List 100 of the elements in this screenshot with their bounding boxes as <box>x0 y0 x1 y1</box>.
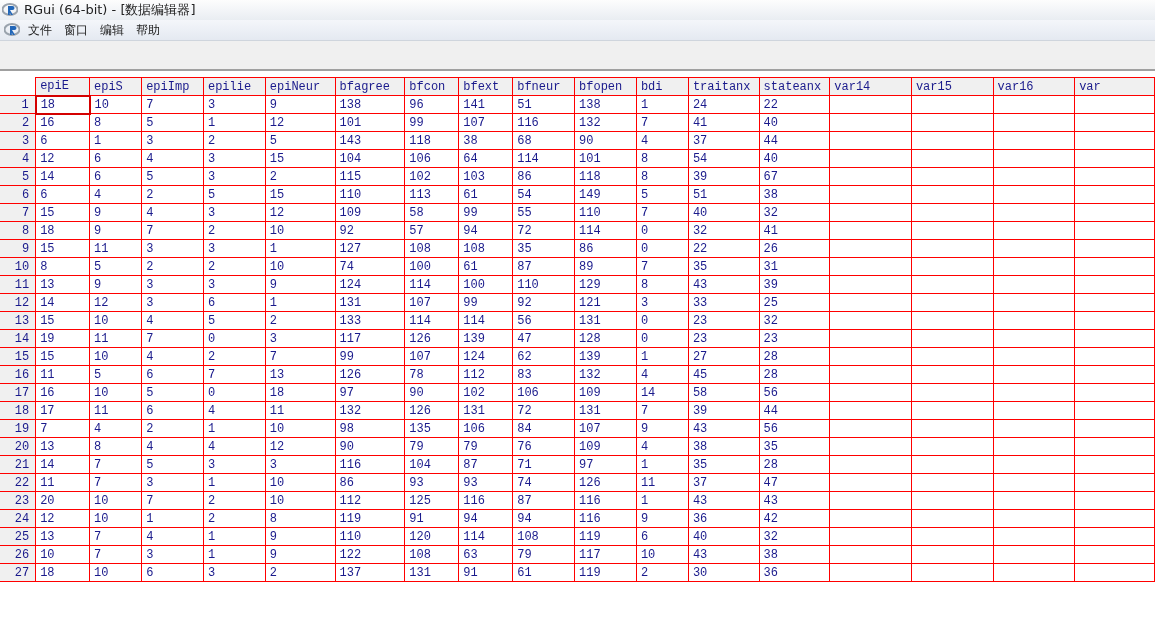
table-cell[interactable]: 67 <box>759 167 830 186</box>
empty-cell[interactable] <box>993 95 1075 114</box>
table-cell[interactable]: 4 <box>89 419 142 438</box>
empty-cell[interactable] <box>1074 347 1155 366</box>
empty-cell[interactable] <box>829 149 912 168</box>
column-header[interactable]: bfagree <box>335 77 405 96</box>
empty-cell[interactable] <box>911 563 994 582</box>
empty-cell[interactable] <box>1074 185 1155 204</box>
table-cell[interactable]: 109 <box>574 437 637 456</box>
table-cell[interactable]: 43 <box>688 491 760 510</box>
table-cell[interactable]: 13 <box>35 275 90 294</box>
empty-cell[interactable] <box>911 329 994 348</box>
table-cell[interactable]: 1 <box>265 293 336 312</box>
empty-cell[interactable] <box>911 527 994 546</box>
empty-cell[interactable] <box>829 113 912 132</box>
table-cell[interactable]: 87 <box>458 455 513 474</box>
table-cell[interactable]: 4 <box>636 437 689 456</box>
table-cell[interactable]: 2 <box>265 563 336 582</box>
table-cell[interactable]: 7 <box>89 545 142 564</box>
empty-cell[interactable] <box>1074 401 1155 420</box>
table-cell[interactable]: 104 <box>335 149 405 168</box>
table-cell[interactable]: 90 <box>335 437 405 456</box>
table-cell[interactable]: 91 <box>458 563 513 582</box>
table-cell[interactable]: 2 <box>636 563 689 582</box>
table-cell[interactable]: 114 <box>458 527 513 546</box>
table-cell[interactable]: 3 <box>203 95 266 114</box>
table-cell[interactable]: 19 <box>35 329 90 348</box>
empty-cell[interactable] <box>911 167 994 186</box>
empty-cell[interactable] <box>1074 491 1155 510</box>
table-cell[interactable]: 4 <box>89 185 142 204</box>
table-cell[interactable]: 8 <box>35 257 90 276</box>
empty-cell[interactable] <box>1074 545 1155 564</box>
table-cell[interactable]: 43 <box>688 419 760 438</box>
table-cell[interactable]: 8 <box>636 167 689 186</box>
table-cell[interactable]: 108 <box>404 545 459 564</box>
table-cell[interactable]: 14 <box>35 455 90 474</box>
table-cell[interactable]: 4 <box>141 527 204 546</box>
table-cell[interactable]: 43 <box>688 275 760 294</box>
table-cell[interactable]: 1 <box>636 491 689 510</box>
table-cell[interactable]: 129 <box>574 275 637 294</box>
table-cell[interactable]: 3 <box>141 545 204 564</box>
empty-cell[interactable] <box>1074 455 1155 474</box>
table-cell[interactable]: 97 <box>335 383 405 402</box>
empty-cell[interactable] <box>911 473 994 492</box>
empty-cell[interactable] <box>993 365 1075 384</box>
table-cell[interactable]: 62 <box>512 347 575 366</box>
table-cell[interactable]: 2 <box>203 131 266 150</box>
table-cell[interactable]: 102 <box>404 167 459 186</box>
menu-item[interactable]: 文件 <box>22 21 58 39</box>
table-cell[interactable]: 83 <box>512 365 575 384</box>
empty-cell[interactable] <box>993 257 1075 276</box>
empty-cell[interactable] <box>829 347 912 366</box>
table-cell[interactable]: 7 <box>89 527 142 546</box>
empty-cell[interactable] <box>911 311 994 330</box>
empty-cell[interactable] <box>1074 113 1155 132</box>
empty-cell[interactable] <box>829 383 912 402</box>
empty-cell[interactable] <box>993 545 1075 564</box>
menu-item[interactable]: 编辑 <box>94 21 130 39</box>
empty-cell[interactable] <box>993 437 1075 456</box>
empty-cell[interactable] <box>911 401 994 420</box>
table-cell[interactable]: 128 <box>574 329 637 348</box>
table-cell[interactable]: 43 <box>759 491 830 510</box>
table-cell[interactable]: 107 <box>404 293 459 312</box>
table-cell[interactable]: 87 <box>512 257 575 276</box>
table-cell[interactable]: 35 <box>688 257 760 276</box>
empty-cell[interactable] <box>911 545 994 564</box>
column-header[interactable]: stateanx <box>759 77 830 96</box>
table-cell[interactable]: 36 <box>759 563 830 582</box>
table-cell[interactable]: 3 <box>141 275 204 294</box>
table-cell[interactable]: 56 <box>759 383 830 402</box>
table-cell[interactable]: 126 <box>335 365 405 384</box>
table-cell[interactable]: 120 <box>404 527 459 546</box>
table-cell[interactable]: 149 <box>574 185 637 204</box>
table-cell[interactable]: 15 <box>35 203 90 222</box>
table-cell[interactable]: 93 <box>458 473 513 492</box>
empty-cell[interactable] <box>829 329 912 348</box>
table-cell[interactable]: 76 <box>512 437 575 456</box>
table-cell[interactable]: 3 <box>141 293 204 312</box>
table-cell[interactable]: 39 <box>759 275 830 294</box>
table-cell[interactable]: 44 <box>759 131 830 150</box>
table-cell[interactable]: 61 <box>458 185 513 204</box>
table-cell[interactable]: 114 <box>512 149 575 168</box>
table-cell[interactable]: 11 <box>636 473 689 492</box>
empty-cell[interactable] <box>829 545 912 564</box>
table-cell[interactable]: 3 <box>203 203 266 222</box>
table-cell[interactable]: 38 <box>688 437 760 456</box>
empty-cell[interactable] <box>993 311 1075 330</box>
table-cell[interactable]: 2 <box>265 167 336 186</box>
table-cell[interactable]: 10 <box>636 545 689 564</box>
table-cell[interactable]: 38 <box>458 131 513 150</box>
table-cell[interactable]: 96 <box>404 95 459 114</box>
table-cell[interactable]: 15 <box>35 311 90 330</box>
table-cell[interactable]: 23 <box>759 329 830 348</box>
empty-cell[interactable] <box>911 383 994 402</box>
table-cell[interactable]: 6 <box>203 293 266 312</box>
table-cell[interactable]: 12 <box>265 113 336 132</box>
table-cell[interactable]: 86 <box>335 473 405 492</box>
table-cell[interactable]: 5 <box>141 455 204 474</box>
table-cell[interactable]: 99 <box>458 293 513 312</box>
table-cell[interactable]: 8 <box>636 275 689 294</box>
